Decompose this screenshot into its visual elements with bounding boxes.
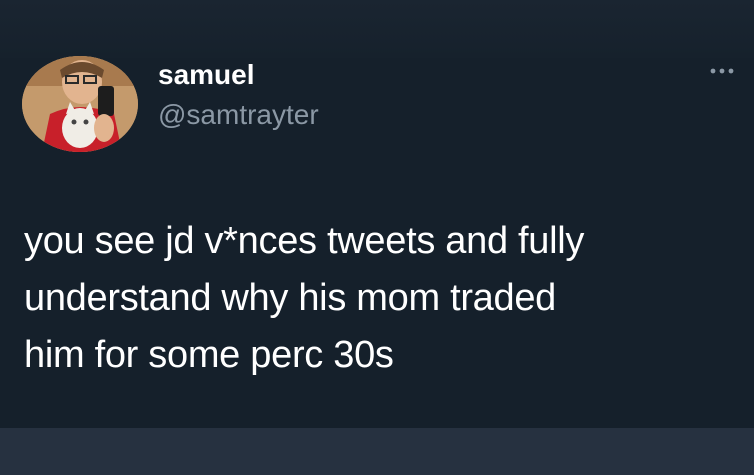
display-name[interactable]: samuel: [158, 58, 255, 92]
tweet-text-line: you see jd v*nces tweets and fully: [24, 220, 585, 262]
tweet-text: you see jd v*nces tweets and fully under…: [24, 213, 736, 384]
handle[interactable]: @samtrayter: [158, 98, 319, 132]
tweet-screenshot: samuel @samtrayter you see jd v*nces twe…: [0, 0, 754, 475]
tweet-text-line: him for some perc 30s: [24, 334, 394, 376]
bottom-band: [0, 428, 754, 475]
avatar[interactable]: [22, 56, 138, 152]
tweet-card: samuel @samtrayter you see jd v*nces twe…: [0, 0, 754, 428]
more-horizontal-icon[interactable]: [707, 64, 737, 78]
tweet-text-line: understand why his mom traded: [24, 277, 557, 319]
avatar-image: [22, 56, 138, 152]
